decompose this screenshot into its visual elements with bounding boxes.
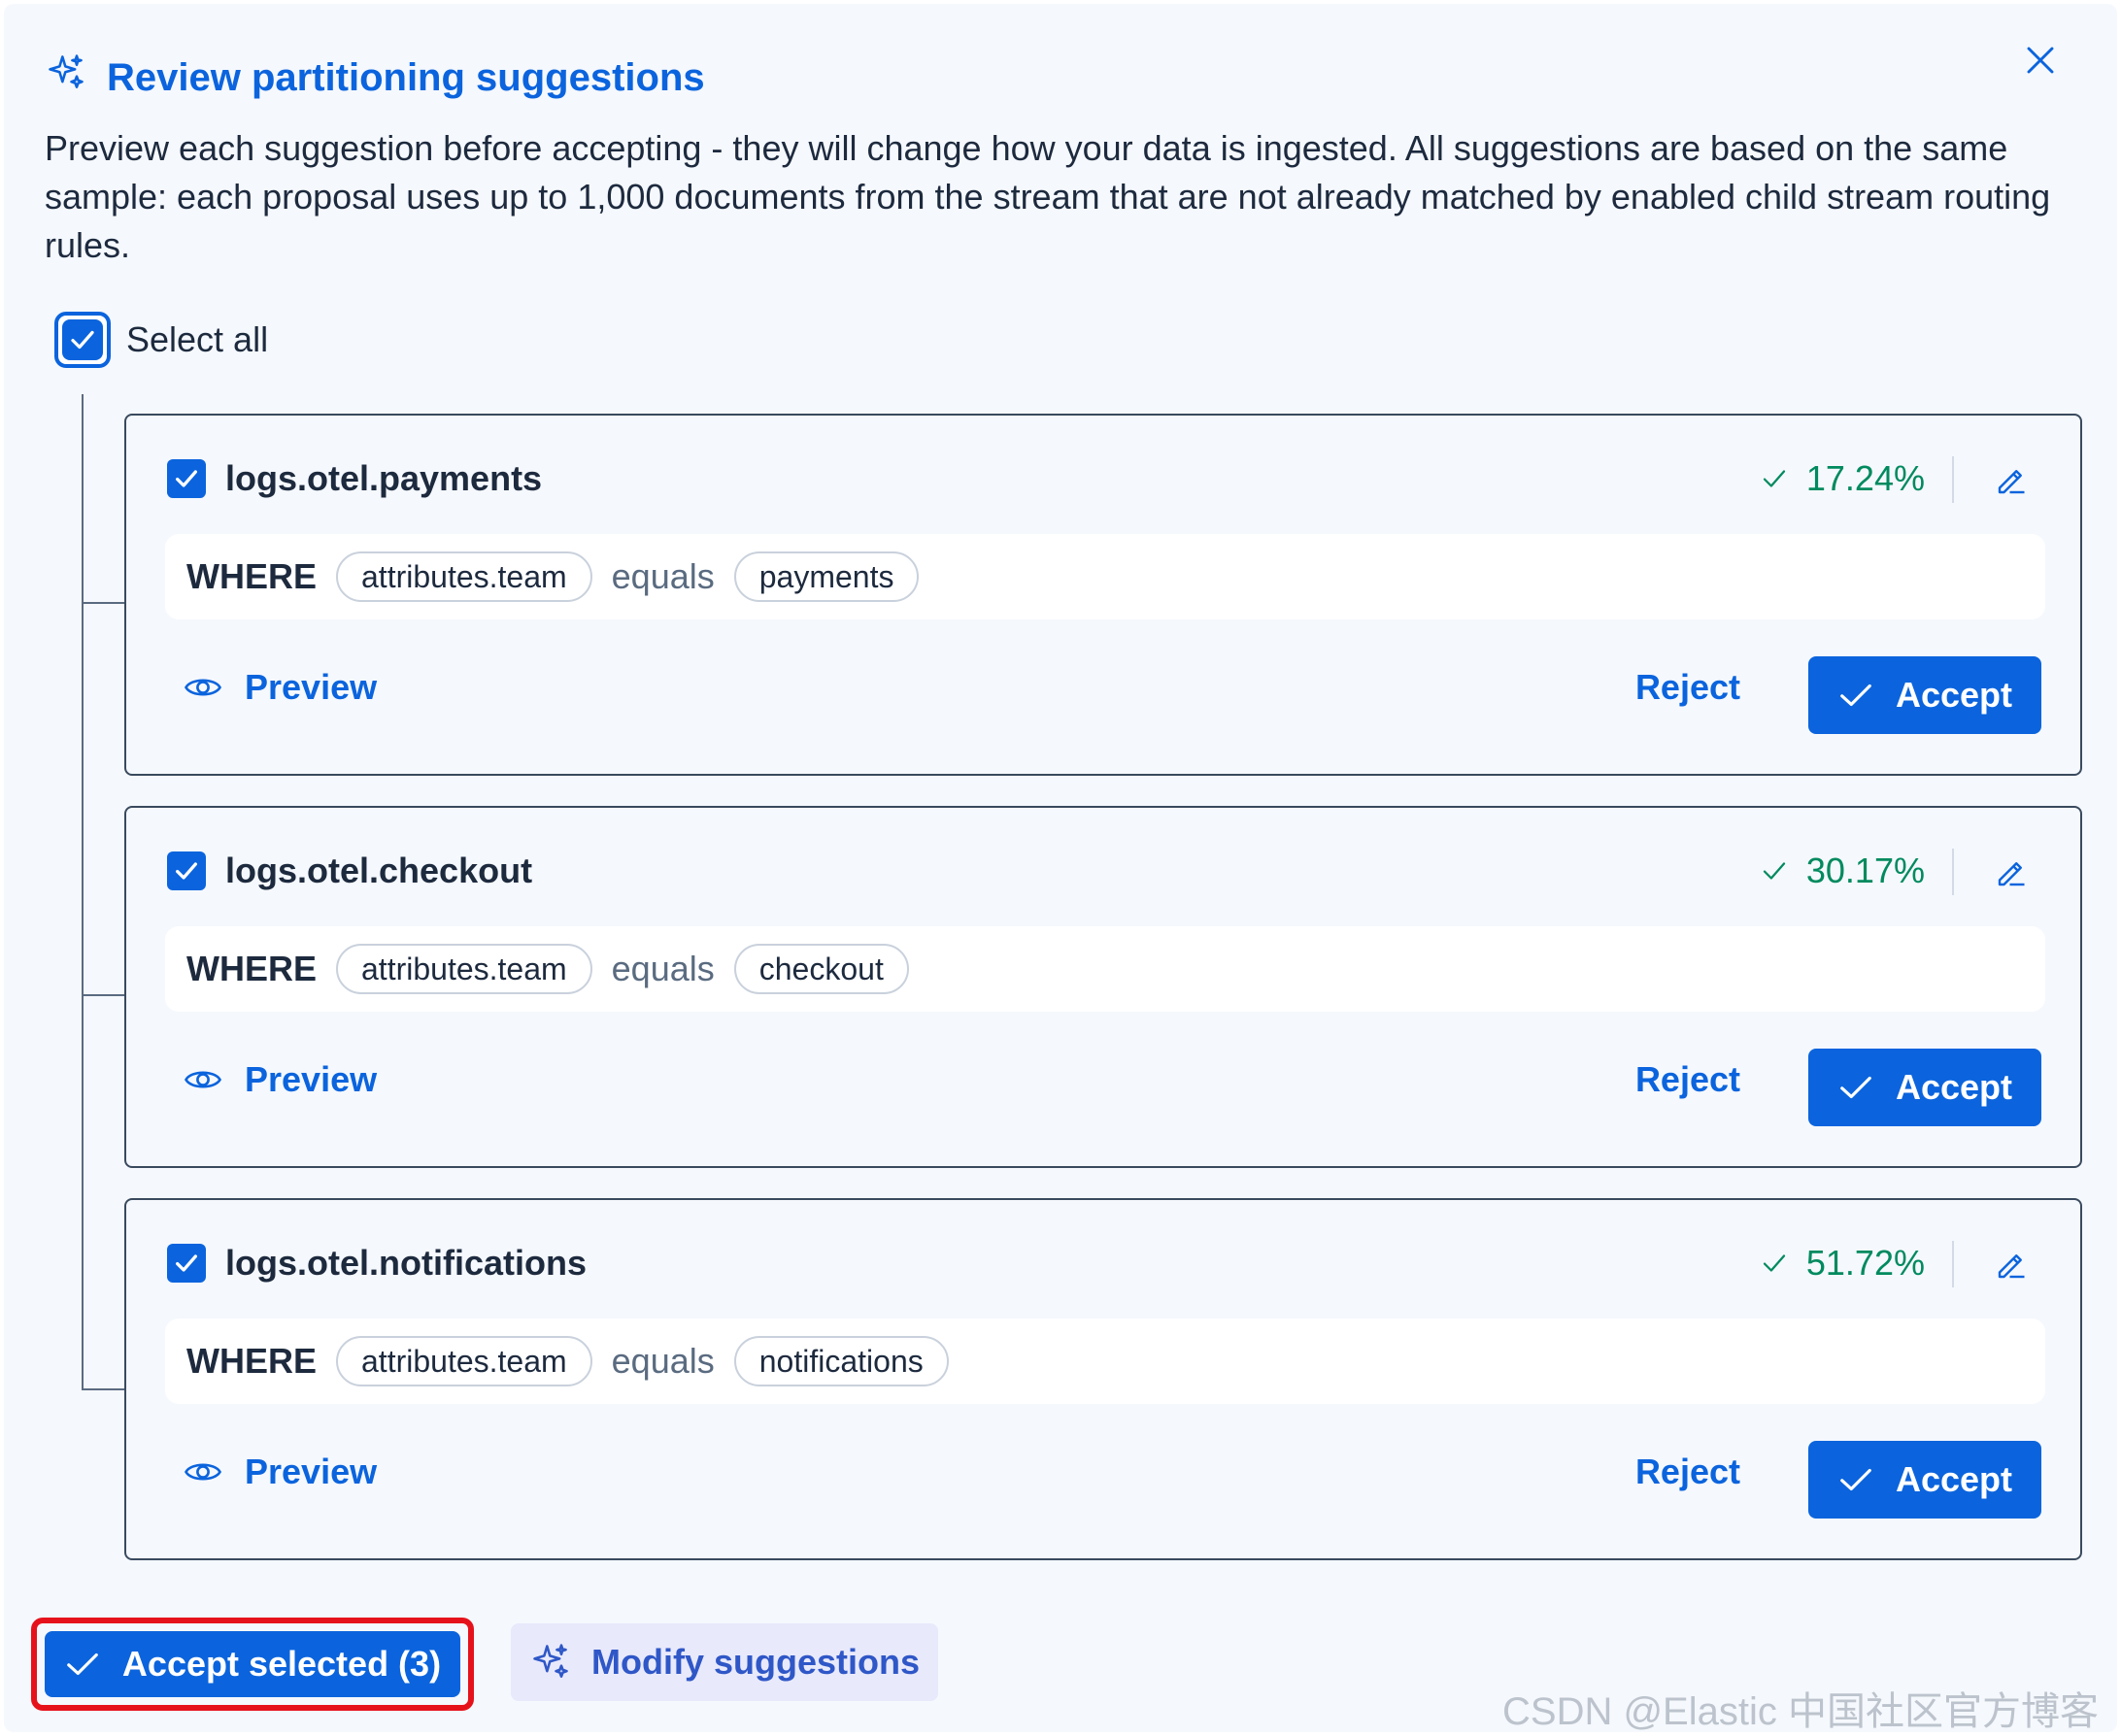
value-pill: checkout (733, 944, 909, 994)
select-all-checkbox[interactable]: Select all (54, 311, 268, 369)
where-keyword: WHERE (186, 556, 317, 596)
suggestions-panel: Review partitioning suggestions Preview … (4, 4, 2117, 1733)
close-icon (2027, 47, 2054, 74)
tree-connector-branch (82, 994, 124, 996)
check-icon (1763, 470, 1786, 487)
sparkles-icon (45, 51, 87, 104)
check-icon (1840, 1468, 1871, 1491)
condition-row: WHERE attributes.team equals notificatio… (165, 1319, 2045, 1404)
tree-connector (82, 394, 84, 1390)
operator: equals (611, 1341, 715, 1381)
edit-button[interactable] (1987, 1241, 2036, 1289)
suggestion-checkbox[interactable] (167, 459, 206, 498)
where-keyword: WHERE (186, 949, 317, 988)
pencil-icon (1998, 1254, 2025, 1279)
preview-button[interactable]: Preview (183, 1443, 377, 1501)
edit-button[interactable] (1987, 849, 2036, 897)
close-button[interactable] (2019, 39, 2062, 82)
suggestion-name: logs.otel.checkout (225, 851, 533, 890)
pencil-icon (1998, 862, 2025, 886)
preview-button[interactable]: Preview (183, 658, 377, 717)
check-icon (1763, 1254, 1786, 1272)
panel-title-text: Review partitioning suggestions (107, 55, 705, 99)
match-percent-value: 17.24% (1805, 458, 1925, 498)
edit-button[interactable] (1987, 456, 2036, 505)
suggestion-name: logs.otel.notifications (225, 1243, 588, 1283)
sparkles-icon (533, 1644, 568, 1678)
suggestion-card: logs.otel.notifications 51.72% WHERE att… (124, 1198, 2082, 1560)
operator: equals (611, 949, 715, 988)
select-all-label: Select all (126, 319, 269, 359)
tree-connector-branch (82, 1388, 124, 1390)
match-percent: 30.17% (1760, 847, 1925, 895)
suggestion-name: logs.otel.payments (225, 458, 543, 498)
eye-icon (185, 1463, 221, 1481)
accept-button[interactable]: Accept (1808, 1441, 2041, 1519)
suggestion-checkbox[interactable] (167, 851, 206, 890)
accept-button[interactable]: Accept (1808, 656, 2041, 734)
reject-label: Reject (1634, 1059, 1740, 1099)
modify-suggestions-button[interactable]: Modify suggestions (511, 1623, 938, 1701)
match-percent: 17.24% (1760, 454, 1925, 503)
check-icon (176, 862, 197, 880)
suggestion-card: logs.otel.checkout 30.17% WHERE attribut… (124, 806, 2082, 1168)
accept-label: Accept (1895, 1459, 2013, 1499)
condition-row: WHERE attributes.team equals checkout (165, 926, 2045, 1012)
match-percent-value: 30.17% (1805, 851, 1925, 890)
preview-label: Preview (245, 1059, 378, 1099)
reject-button[interactable]: Reject (1635, 658, 1740, 717)
highlight-frame: Accept selected (3) (31, 1618, 474, 1711)
tree-connector-branch (82, 602, 124, 604)
modify-suggestions-label: Modify suggestions (590, 1642, 920, 1682)
check-icon (1840, 684, 1871, 707)
field-pill: attributes.team (336, 1336, 592, 1386)
operator: equals (611, 556, 715, 596)
divider (1952, 1241, 1954, 1287)
eye-icon (185, 1071, 221, 1088)
reject-label: Reject (1634, 667, 1740, 707)
reject-label: Reject (1634, 1452, 1740, 1491)
check-icon (67, 1653, 98, 1676)
suggestion-checkbox[interactable] (167, 1244, 206, 1283)
suggestion-card: logs.otel.payments 17.24% WHERE attribut… (124, 414, 2082, 776)
accept-label: Accept (1895, 1067, 2013, 1107)
eye-icon (185, 679, 221, 696)
check-icon (176, 470, 197, 487)
panel-description: Preview each suggestion before accepting… (45, 128, 2051, 265)
divider (1952, 456, 1954, 503)
watermark: CSDN @Elastic 中国社区官方博客 (1502, 1690, 2099, 1733)
check-icon (1840, 1076, 1871, 1099)
condition-row: WHERE attributes.team equals payments (165, 534, 2045, 619)
select-all-box[interactable] (54, 312, 111, 368)
check-icon (1763, 862, 1786, 880)
panel-title: Review partitioning suggestions (45, 50, 705, 105)
accept-label: Accept (1895, 675, 2013, 715)
preview-label: Preview (245, 667, 378, 707)
value-pill: payments (733, 551, 920, 602)
accept-selected-label: Accept selected (3) (121, 1644, 442, 1684)
divider (1952, 849, 1954, 895)
preview-button[interactable]: Preview (183, 1051, 377, 1109)
field-pill: attributes.team (336, 551, 592, 602)
reject-button[interactable]: Reject (1635, 1051, 1740, 1109)
field-pill: attributes.team (336, 944, 592, 994)
where-keyword: WHERE (186, 1341, 317, 1381)
preview-label: Preview (245, 1452, 378, 1491)
reject-button[interactable]: Reject (1635, 1443, 1740, 1501)
match-percent-value: 51.72% (1805, 1243, 1925, 1283)
match-percent: 51.72% (1760, 1239, 1925, 1287)
check-icon (176, 1254, 197, 1272)
value-pill: notifications (733, 1336, 949, 1386)
check-icon (71, 330, 94, 350)
accept-button[interactable]: Accept (1808, 1049, 2041, 1126)
pencil-icon (1998, 470, 2025, 494)
accept-selected-button[interactable]: Accept selected (3) (45, 1631, 460, 1697)
